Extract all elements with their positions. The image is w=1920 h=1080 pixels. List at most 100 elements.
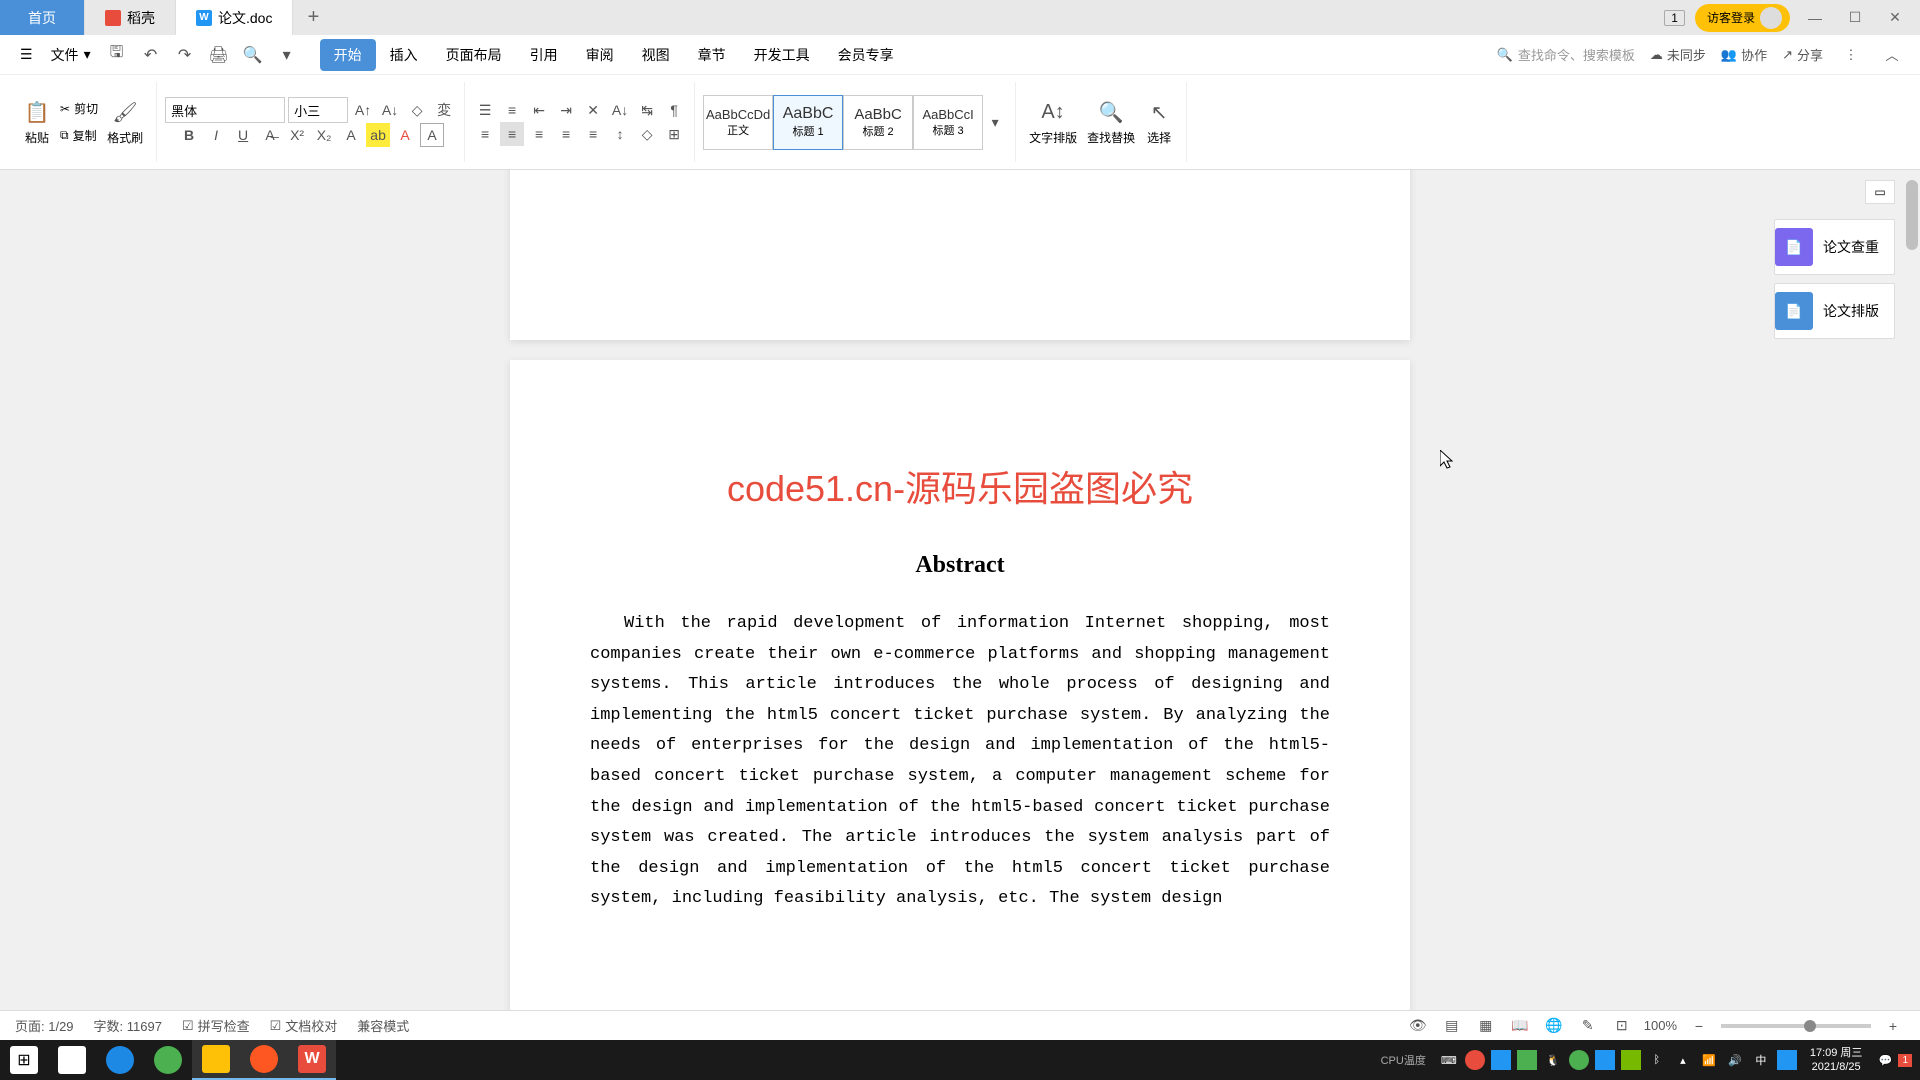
volume-icon[interactable]: 🔊 — [1725, 1050, 1745, 1070]
sync-button[interactable]: ☁ 未同步 — [1650, 45, 1706, 64]
zoom-level[interactable]: 100% — [1644, 1018, 1677, 1033]
sort-button[interactable]: A↓ — [608, 98, 632, 122]
doccheck-toggle[interactable]: ☑ 文档校对 — [270, 1016, 338, 1035]
tab-view[interactable]: 视图 — [628, 39, 684, 71]
spellcheck-toggle[interactable]: ☑ 拼写检查 — [182, 1016, 250, 1035]
font-name-select[interactable] — [165, 97, 285, 123]
collab-button[interactable]: 👥 协作 — [1721, 45, 1767, 64]
more-icon[interactable]: ⋮ — [1838, 42, 1864, 68]
tab-review[interactable]: 审阅 — [572, 39, 628, 71]
zoom-out-button[interactable]: − — [1687, 1014, 1711, 1038]
style-h3[interactable]: AaBbCcI 标题 3 — [913, 95, 983, 150]
style-h2[interactable]: AaBbC 标题 2 — [843, 95, 913, 150]
read-view-icon[interactable]: 📖 — [1508, 1014, 1532, 1038]
tab-member[interactable]: 会员专享 — [824, 39, 908, 71]
tray-icon[interactable] — [1465, 1050, 1485, 1070]
styles-more-button[interactable]: ▾ — [983, 110, 1007, 134]
word-count[interactable]: 字数: 11697 — [94, 1016, 162, 1035]
tab-reference[interactable]: 引用 — [516, 39, 572, 71]
document-area[interactable]: code51.cn-源码乐园盗图必究 Abstract With the rap… — [0, 170, 1920, 1040]
zoom-slider[interactable] — [1721, 1024, 1871, 1028]
page-view-icon[interactable]: ▤ — [1440, 1014, 1464, 1038]
maximize-button[interactable]: ☐ — [1840, 3, 1870, 33]
line-spacing-button[interactable]: ↕ — [608, 122, 632, 146]
clear-format-icon[interactable]: ◇ — [405, 98, 429, 122]
print-icon[interactable]: 🖨 — [206, 42, 232, 68]
increase-font-icon[interactable]: A↑ — [351, 98, 375, 122]
tab-insert[interactable]: 插入 — [376, 39, 432, 71]
dropdown-icon[interactable]: ▾ — [274, 42, 300, 68]
paper-layout-button[interactable]: 📄 论文排版 — [1774, 283, 1895, 339]
tab-document[interactable]: W 论文.doc — [176, 0, 293, 35]
select-button[interactable]: ↖ 选择 — [1140, 93, 1178, 151]
align-center-button[interactable]: ≡ — [500, 122, 524, 146]
preview-icon[interactable]: 🔍 — [240, 42, 266, 68]
panel-toggle[interactable]: ▭ — [1865, 180, 1895, 204]
login-badge[interactable]: 访客登录 — [1695, 4, 1790, 32]
ime-icon[interactable]: 中 — [1751, 1050, 1771, 1070]
share-button[interactable]: ↗ 分享 — [1782, 45, 1823, 64]
subscript-button[interactable]: X₂ — [312, 123, 336, 147]
file-menu[interactable]: 文件 ▾ — [46, 45, 96, 65]
asian-layout-button[interactable]: ✕ — [581, 98, 605, 122]
decrease-font-icon[interactable]: A↓ — [378, 98, 402, 122]
align-left-button[interactable]: ≡ — [473, 122, 497, 146]
strikethrough-button[interactable]: A̶ — [258, 123, 282, 147]
tab-count[interactable]: 1 — [1664, 10, 1685, 26]
eye-icon[interactable]: 👁 — [1406, 1014, 1430, 1038]
hamburger-menu[interactable]: ☰ — [15, 46, 38, 63]
nvidia-icon[interactable] — [1621, 1050, 1641, 1070]
tray-icon[interactable] — [1595, 1050, 1615, 1070]
zoom-thumb[interactable] — [1804, 1020, 1816, 1032]
tab-devtools[interactable]: 开发工具 — [740, 39, 824, 71]
collapse-ribbon-icon[interactable]: ︿ — [1879, 42, 1905, 68]
shading-button[interactable]: ◇ — [635, 122, 659, 146]
close-button[interactable]: ✕ — [1880, 3, 1910, 33]
task-wps[interactable]: W — [288, 1040, 336, 1080]
superscript-button[interactable]: X² — [285, 123, 309, 147]
search-box[interactable]: 🔍 查找命令、搜索模板 — [1497, 45, 1635, 64]
clock[interactable]: 17:09 周三 2021/8/25 — [1800, 1046, 1873, 1075]
tray-icon[interactable] — [1517, 1050, 1537, 1070]
underline-button[interactable]: U — [231, 123, 255, 147]
decrease-indent-button[interactable]: ⇤ — [527, 98, 551, 122]
format-painter-button[interactable]: 🖌 格式刷 — [102, 93, 148, 151]
distribute-button[interactable]: ≡ — [581, 122, 605, 146]
start-button[interactable]: ⊞ — [0, 1040, 48, 1080]
web-view-icon[interactable]: 🌐 — [1542, 1014, 1566, 1038]
task-app1[interactable] — [48, 1040, 96, 1080]
edit-icon[interactable]: ✎ — [1576, 1014, 1600, 1038]
tray-icon[interactable]: ⌨ — [1439, 1050, 1459, 1070]
page-current[interactable]: code51.cn-源码乐园盗图必究 Abstract With the rap… — [510, 360, 1410, 1040]
tray-icon[interactable] — [1777, 1050, 1797, 1070]
tab-chapter[interactable]: 章节 — [684, 39, 740, 71]
zoom-in-button[interactable]: + — [1881, 1014, 1905, 1038]
outline-view-icon[interactable]: ▦ — [1474, 1014, 1498, 1038]
notification-icon[interactable]: 💬 — [1875, 1050, 1895, 1070]
tab-add-button[interactable]: + — [293, 6, 333, 29]
align-right-button[interactable]: ≡ — [527, 122, 551, 146]
wifi-icon[interactable]: 📶 — [1699, 1050, 1719, 1070]
tab-home[interactable]: 首页 — [0, 0, 85, 35]
task-browser[interactable] — [144, 1040, 192, 1080]
numbering-button[interactable]: ≡ — [500, 98, 524, 122]
tab-layout[interactable]: 页面布局 — [432, 39, 516, 71]
task-app2[interactable] — [240, 1040, 288, 1080]
font-size-select[interactable] — [288, 97, 348, 123]
tab-start[interactable]: 开始 — [320, 39, 376, 71]
bullets-button[interactable]: ☰ — [473, 98, 497, 122]
vertical-scrollbar[interactable] — [1904, 170, 1920, 1010]
char-border-button[interactable]: A — [420, 123, 444, 147]
save-icon[interactable]: 🖫 — [104, 42, 130, 68]
tray-up-icon[interactable]: ▴ — [1673, 1050, 1693, 1070]
highlight-button[interactable]: ab — [366, 123, 390, 147]
font-color-button[interactable]: A — [393, 123, 417, 147]
tray-icon[interactable] — [1569, 1050, 1589, 1070]
fit-icon[interactable]: ⊡ — [1610, 1014, 1634, 1038]
italic-button[interactable]: I — [204, 123, 228, 147]
justify-button[interactable]: ≡ — [554, 122, 578, 146]
bluetooth-icon[interactable]: ᛒ — [1647, 1050, 1667, 1070]
tray-icon[interactable]: 🐧 — [1543, 1050, 1563, 1070]
task-explorer[interactable] — [192, 1040, 240, 1080]
text-effect-button[interactable]: A — [339, 123, 363, 147]
